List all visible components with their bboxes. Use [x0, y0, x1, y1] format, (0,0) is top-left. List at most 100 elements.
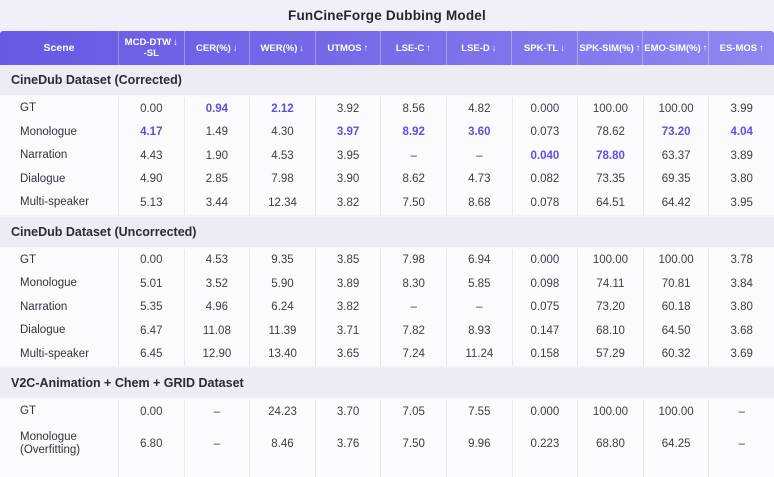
- scene-cell: Monologue: [0, 121, 118, 145]
- value-cell-cer: 11.08: [184, 319, 250, 343]
- value-cell-utmos: 3.92: [315, 97, 381, 121]
- table-header-row: SceneMCD-DTW↓-SLCER(%)↓WER(%)↓UTMOS↑LSE-…: [0, 31, 774, 65]
- value-cell-es-mos: 3.99: [708, 97, 774, 121]
- value-cell-lse-d: 6.94: [446, 249, 512, 273]
- value-cell-emo-sim: 64.25: [643, 424, 709, 464]
- value-cell-mcd-dtw-sl: 4.43: [118, 144, 184, 168]
- value-cell-wer: 9.35: [249, 249, 315, 273]
- column-header-cer: CER(%)↓: [184, 31, 250, 65]
- value-cell-cer: 1.90: [184, 144, 250, 168]
- value-cell-cer: 2.85: [184, 168, 250, 192]
- arrow-down-icon: ↓: [299, 43, 304, 54]
- value-cell-emo-sim: 100.00: [643, 400, 709, 424]
- table-row: Narration4.431.904.533.95––0.04078.8063.…: [0, 144, 774, 168]
- value-cell-utmos: 3.82: [315, 296, 381, 320]
- section-heading: V2C-Animation + Chem + GRID Dataset: [0, 368, 774, 400]
- value-cell-cer: 3.52: [184, 272, 250, 296]
- value-cell-spk-tl: 0.158: [512, 343, 578, 367]
- value-cell-utmos: 3.76: [315, 424, 381, 464]
- scene-cell: GT: [0, 249, 118, 273]
- value-cell-mcd-dtw-sl: 5.01: [118, 272, 184, 296]
- value-cell-utmos: 3.82: [315, 191, 381, 215]
- value-cell-mcd-dtw-sl: 5.13: [118, 191, 184, 215]
- value-cell-wer: 12.34: [249, 191, 315, 215]
- empty-cell: [643, 464, 709, 477]
- value-cell-spk-tl: 0.000: [512, 249, 578, 273]
- filler-row: [0, 464, 774, 477]
- empty-cell: [512, 464, 578, 477]
- value-cell-spk-tl: 0.147: [512, 319, 578, 343]
- scene-cell: Monologue (Overfitting): [0, 424, 118, 464]
- empty-cell: [184, 464, 250, 477]
- column-header-utmos: UTMOS↑: [315, 31, 381, 65]
- arrow-up-icon: ↑: [759, 43, 764, 54]
- value-cell-lse-d: 3.60: [446, 121, 512, 145]
- value-cell-wer: 2.12: [249, 97, 315, 121]
- section-heading: CineDub Dataset (Uncorrected): [0, 217, 774, 249]
- table-row: Multi-speaker5.133.4412.343.827.508.680.…: [0, 191, 774, 215]
- value-cell-spk-sim: 100.00: [577, 400, 643, 424]
- empty-cell: [577, 464, 643, 477]
- value-cell-emo-sim: 69.35: [643, 168, 709, 192]
- value-cell-lse-d: 4.82: [446, 97, 512, 121]
- value-cell-cer: 0.94: [184, 97, 250, 121]
- value-cell-lse-c: –: [380, 144, 446, 168]
- section-heading-label: CineDub Dataset (Uncorrected): [11, 225, 196, 239]
- value-cell-cer: 3.44: [184, 191, 250, 215]
- value-cell-emo-sim: 60.18: [643, 296, 709, 320]
- value-cell-lse-d: 5.85: [446, 272, 512, 296]
- value-cell-lse-c: 8.56: [380, 97, 446, 121]
- value-cell-mcd-dtw-sl: 6.47: [118, 319, 184, 343]
- value-cell-spk-tl: 0.000: [512, 97, 578, 121]
- table-row: GT0.004.539.353.857.986.940.000100.00100…: [0, 249, 774, 273]
- value-cell-cer: 12.90: [184, 343, 250, 367]
- arrow-up-icon: ↑: [426, 43, 431, 54]
- value-cell-wer: 24.23: [249, 400, 315, 424]
- table-body: CineDub Dataset (Corrected)GT0.000.942.1…: [0, 65, 774, 477]
- value-cell-lse-d: 8.93: [446, 319, 512, 343]
- column-header-lse-c: LSE-C↑: [380, 31, 446, 65]
- column-header-spk-sim: SPK-SIM(%)↑: [577, 31, 643, 65]
- column-header-scene: Scene: [0, 31, 118, 65]
- value-cell-emo-sim: 100.00: [643, 249, 709, 273]
- value-cell-lse-c: 7.50: [380, 424, 446, 464]
- value-cell-utmos: 3.97: [315, 121, 381, 145]
- value-cell-lse-d: 11.24: [446, 343, 512, 367]
- scene-cell: GT: [0, 97, 118, 121]
- section-rows: GT0.004.539.353.857.986.940.000100.00100…: [0, 249, 774, 369]
- arrow-down-icon: ↓: [492, 43, 497, 54]
- value-cell-lse-d: –: [446, 296, 512, 320]
- table-row: Monologue4.171.494.303.978.923.600.07378…: [0, 121, 774, 145]
- arrow-up-icon: ↑: [703, 43, 708, 54]
- value-cell-mcd-dtw-sl: 4.17: [118, 121, 184, 145]
- empty-cell: [708, 464, 774, 477]
- value-cell-spk-sim: 74.11: [577, 272, 643, 296]
- value-cell-spk-tl: 0.223: [512, 424, 578, 464]
- scene-cell: Multi-speaker: [0, 343, 118, 367]
- value-cell-spk-tl: 0.000: [512, 400, 578, 424]
- value-cell-es-mos: –: [708, 424, 774, 464]
- scene-cell: Narration: [0, 296, 118, 320]
- empty-cell: [446, 464, 512, 477]
- value-cell-es-mos: 3.69: [708, 343, 774, 367]
- value-cell-spk-sim: 68.10: [577, 319, 643, 343]
- value-cell-wer: 8.46: [249, 424, 315, 464]
- scene-cell: GT: [0, 400, 118, 424]
- value-cell-lse-c: 7.05: [380, 400, 446, 424]
- page-title: FunCineForge Dubbing Model: [288, 8, 486, 23]
- value-cell-es-mos: 3.80: [708, 296, 774, 320]
- value-cell-utmos: 3.90: [315, 168, 381, 192]
- value-cell-cer: 4.96: [184, 296, 250, 320]
- value-cell-utmos: 3.65: [315, 343, 381, 367]
- value-cell-emo-sim: 100.00: [643, 97, 709, 121]
- value-cell-es-mos: 4.04: [708, 121, 774, 145]
- arrow-down-icon: ↓: [173, 37, 178, 48]
- value-cell-wer: 4.30: [249, 121, 315, 145]
- value-cell-es-mos: 3.89: [708, 144, 774, 168]
- value-cell-utmos: 3.95: [315, 144, 381, 168]
- value-cell-es-mos: 3.80: [708, 168, 774, 192]
- empty-cell: [380, 464, 446, 477]
- value-cell-spk-tl: 0.040: [512, 144, 578, 168]
- scene-cell: Monologue: [0, 272, 118, 296]
- empty-cell: [249, 464, 315, 477]
